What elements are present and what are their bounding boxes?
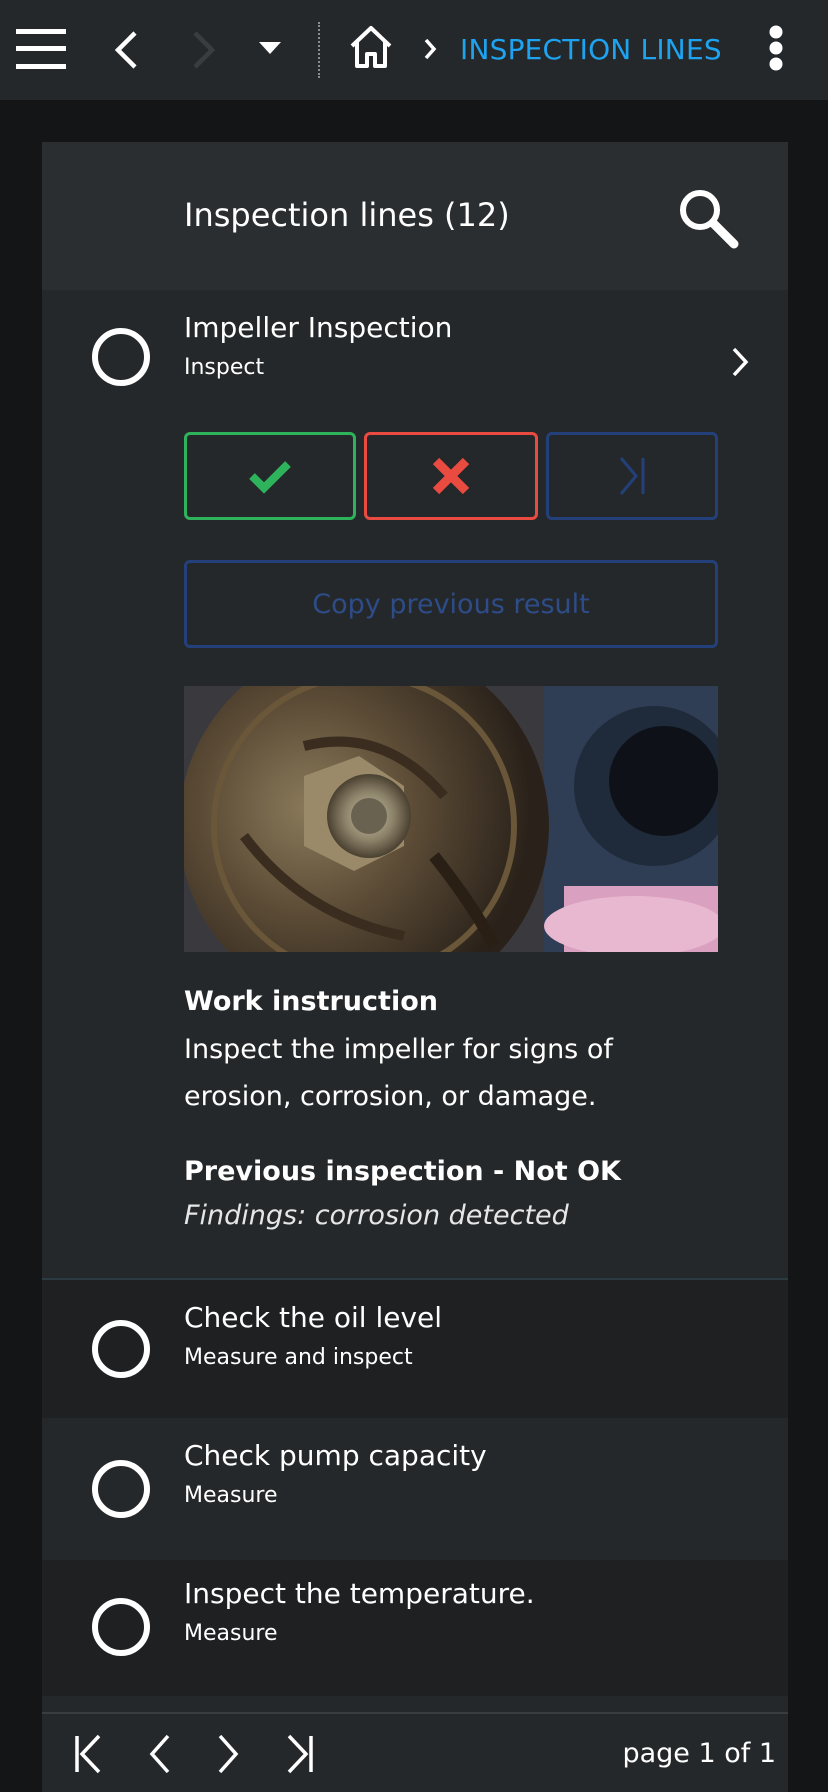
inspection-line-item[interactable]: Inspect the temperature. Measure (42, 1560, 788, 1696)
impeller-photo (184, 686, 718, 952)
line-status-radio[interactable] (92, 1598, 150, 1656)
breadcrumb-chevron-icon (420, 34, 440, 64)
line-subtitle: Measure and inspect (184, 1345, 413, 1370)
search-icon[interactable] (676, 186, 740, 250)
home-icon[interactable] (344, 20, 398, 74)
result-skip-button[interactable] (546, 432, 718, 520)
inspection-line-item[interactable]: Check pump capacity Measure (42, 1420, 788, 1558)
card-header: Inspection lines (12) (42, 142, 788, 290)
copy-previous-result-button[interactable]: Copy previous result (184, 560, 718, 648)
more-options-icon[interactable] (760, 22, 792, 74)
pagination-bar: page 1 of 1 (42, 1712, 788, 1792)
line-subtitle: Measure (184, 1483, 278, 1508)
top-app-bar: INSPECTION LINES (0, 0, 828, 100)
line-title: Check the oil level (184, 1301, 443, 1334)
line-title: Inspect the temperature. (184, 1577, 535, 1610)
forward-chevron-icon (184, 26, 224, 74)
toolbar-divider (318, 22, 320, 78)
line-title: Check pump capacity (184, 1439, 487, 1472)
first-page-icon[interactable] (64, 1730, 112, 1778)
previous-inspection-title: Previous inspection - Not OK (184, 1156, 621, 1187)
hamburger-icon[interactable] (14, 24, 68, 74)
work-instruction-text: Inspect the impeller for signs of erosio… (184, 1034, 613, 1112)
card-title: Inspection lines (12) (184, 196, 510, 234)
last-page-icon[interactable] (276, 1730, 324, 1778)
result-not-ok-button[interactable] (364, 432, 538, 520)
page-indicator: page 1 of 1 (622, 1738, 776, 1769)
inspection-lines-card: Inspection lines (12) Impeller Inspectio… (42, 142, 788, 1792)
result-ok-button[interactable] (184, 432, 356, 520)
caret-down-icon[interactable] (254, 36, 286, 60)
line-status-radio[interactable] (92, 1320, 150, 1378)
back-chevron-icon[interactable] (106, 26, 146, 74)
line-status-radio[interactable] (92, 1460, 150, 1518)
line-subtitle: Inspect (184, 355, 265, 380)
breadcrumb-current[interactable]: INSPECTION LINES (460, 28, 722, 72)
chevron-right-icon[interactable] (730, 346, 760, 386)
line-status-radio[interactable] (92, 328, 150, 386)
inspection-line-item[interactable]: Check the oil level Measure and inspect (42, 1280, 788, 1418)
previous-findings: Findings: corrosion detected (184, 1200, 569, 1231)
next-page-icon[interactable] (204, 1730, 252, 1778)
line-title[interactable]: Impeller Inspection (184, 308, 452, 348)
work-instruction-title: Work instruction (184, 986, 438, 1017)
line-subtitle: Measure (184, 1621, 278, 1646)
previous-page-icon[interactable] (136, 1730, 184, 1778)
